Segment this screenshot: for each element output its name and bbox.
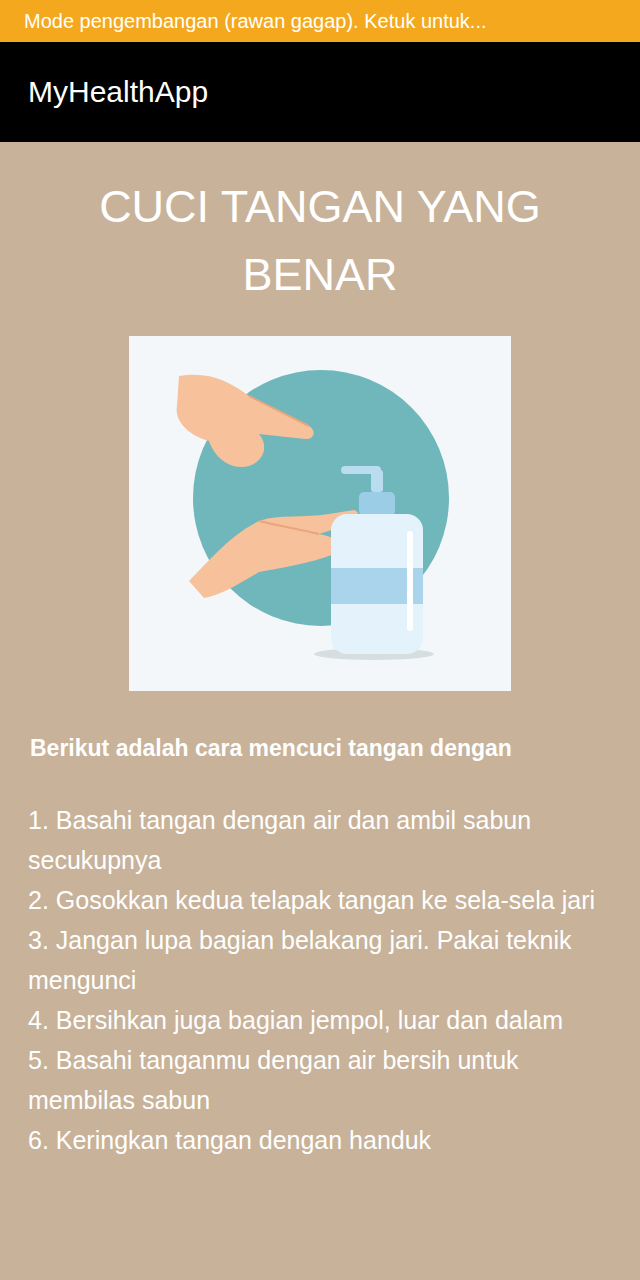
intro-text: Berikut adalah cara mencuci tangan denga… bbox=[0, 732, 640, 764]
debug-banner[interactable]: Mode pengembangan (rawan gagap). Ketuk u… bbox=[0, 0, 640, 42]
content: CUCI TANGAN YANG BENAR Berikut adalah car… bbox=[0, 142, 640, 1200]
step-item: 6. Keringkan tangan dengan handuk bbox=[28, 1120, 620, 1160]
step-item: 3. Jangan lupa bagian belakang jari. Pak… bbox=[28, 920, 620, 1000]
step-item: 5. Basahi tanganmu dengan air bersih unt… bbox=[28, 1040, 620, 1120]
step-item: 2. Gosokkan kedua telapak tangan ke sela… bbox=[28, 880, 620, 920]
screen: Mode pengembangan (rawan gagap). Ketuk u… bbox=[0, 0, 640, 1280]
step-item: 4. Bersihkan juga bagian jempol, luar da… bbox=[28, 1000, 620, 1040]
steps-list: 1. Basahi tangan dengan air dan ambil sa… bbox=[0, 800, 640, 1160]
step-item: 1. Basahi tangan dengan air dan ambil sa… bbox=[28, 800, 620, 880]
page-title: CUCI TANGAN YANG BENAR bbox=[0, 173, 640, 309]
handwash-illustration bbox=[129, 336, 511, 691]
app-bar: MyHealthApp bbox=[0, 42, 640, 142]
